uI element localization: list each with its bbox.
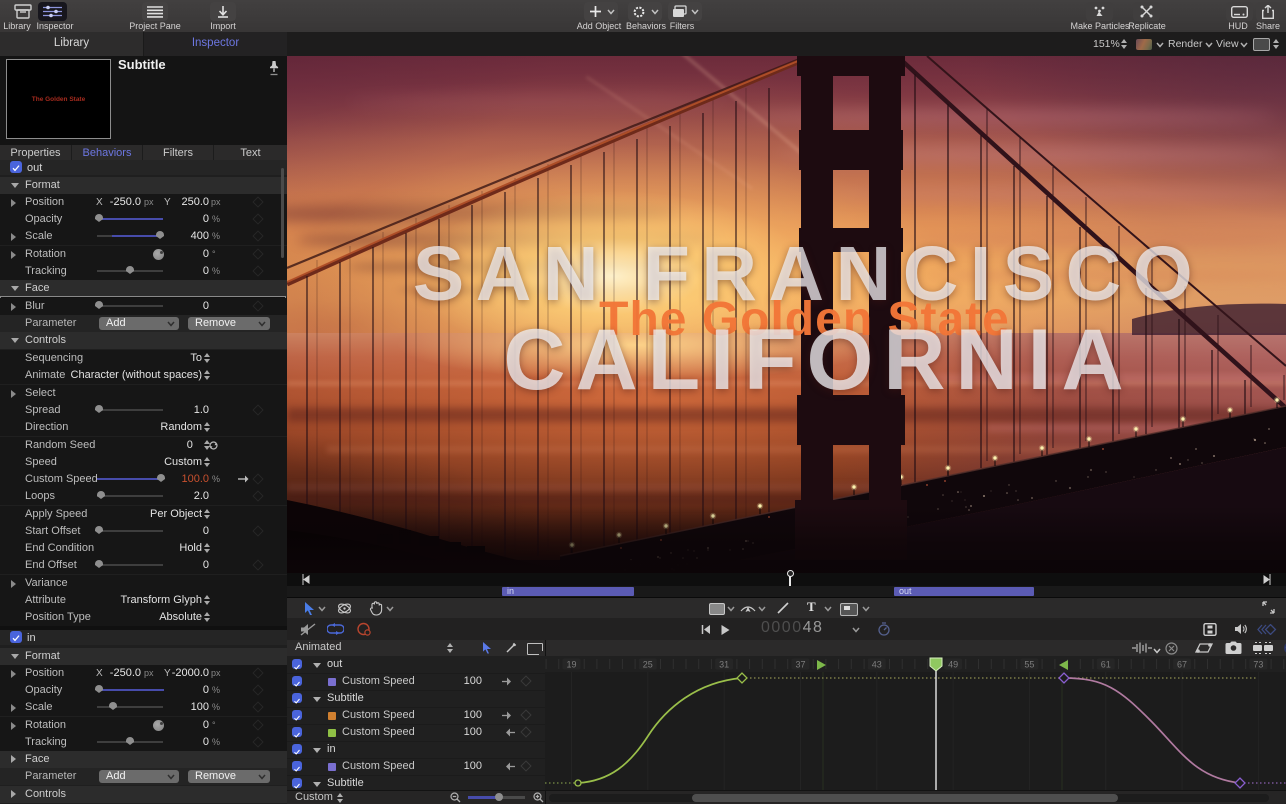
svg-text:61: 61: [1101, 660, 1111, 670]
svg-text:25: 25: [643, 660, 653, 670]
svg-text:31: 31: [719, 660, 729, 670]
svg-text:43: 43: [872, 660, 882, 670]
svg-text:73: 73: [1253, 660, 1263, 670]
svg-text:49: 49: [948, 660, 958, 670]
svg-text:55: 55: [1024, 660, 1034, 670]
svg-text:19: 19: [566, 660, 576, 670]
svg-text:37: 37: [795, 660, 805, 670]
svg-text:67: 67: [1177, 660, 1187, 670]
